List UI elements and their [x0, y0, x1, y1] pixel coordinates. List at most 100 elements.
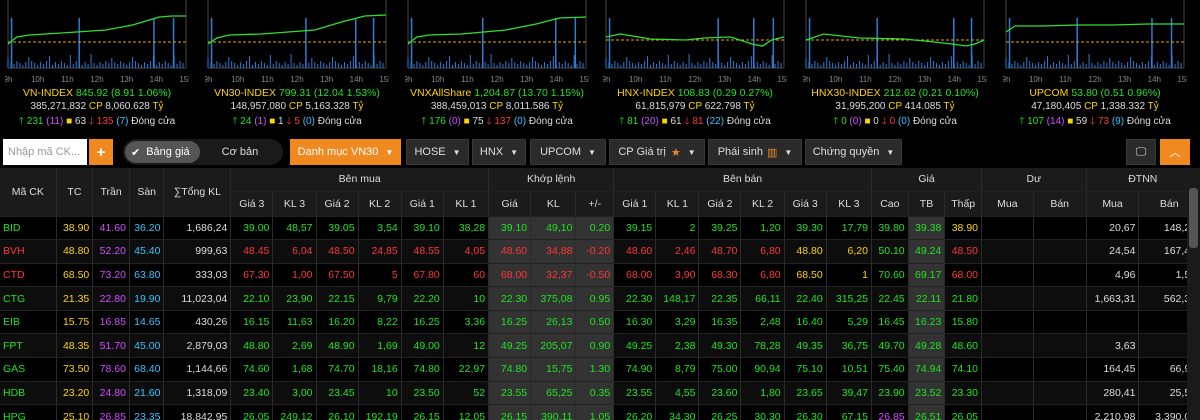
tab-vn30[interactable]: Danh mục VN30 ▼ [290, 139, 401, 165]
sub-header-cell[interactable]: Mua [981, 191, 1034, 217]
table-cell: 45.00 [129, 333, 165, 359]
tab-upcom[interactable]: UPCOM ▼ [530, 139, 606, 165]
table-cell: 38.90 [56, 216, 94, 241]
time-tick: 12h [888, 75, 901, 84]
table-row[interactable]: BVH 48.80 52.20 45.40 999,63 48.45 6,04 48.50 24… [0, 239, 1200, 264]
table-cell: 2 [655, 216, 700, 241]
header-floor[interactable]: Sàn [129, 168, 165, 217]
table-cell: 205,07 [530, 333, 577, 359]
table-cell: 6,80 [740, 239, 785, 264]
symbol-cell[interactable]: GAS [0, 357, 57, 382]
symbol-cell[interactable]: FPT [0, 333, 57, 359]
header-total-volume[interactable]: ∑Tổng KL [163, 168, 232, 217]
table-cell: 23.50 [401, 381, 444, 406]
sub-header-cell[interactable]: Giá 1 [613, 191, 657, 217]
price-board-toggle[interactable]: ✔ Bảng giá [125, 141, 200, 163]
index-card[interactable]: 9h 10h 11h 12h 13h 14h 15h HNX30-INDEX 212.62 … [803, 0, 987, 132]
table-row[interactable]: EIB 15.75 16.85 14.65 430,26 16.15 11,63 16.20 8… [0, 310, 1200, 335]
table-cell: 69.17 [908, 263, 946, 288]
sub-header-cell[interactable]: Cao [871, 191, 909, 217]
arrow-up-icon: 🡑 [232, 116, 238, 127]
table-row[interactable]: GAS 73.50 78.60 68.40 1,144,66 74.60 1,68 74.70… [0, 357, 1200, 382]
symbol-cell[interactable]: HPG [0, 404, 57, 420]
sub-header-cell[interactable]: TB [908, 191, 946, 217]
table-cell: 68.00 [944, 263, 982, 288]
basic-view-toggle[interactable]: Cơ bản [222, 146, 259, 158]
add-symbol-button[interactable]: + [89, 139, 113, 165]
table-cell [981, 333, 1034, 359]
ceiling-count: (14) [1046, 116, 1065, 127]
sub-header-cell[interactable]: Giá 1 [401, 191, 444, 217]
sub-header-cell[interactable]: Giá 3 [230, 191, 274, 217]
header-symbol[interactable]: Mã CK [0, 168, 57, 217]
table-cell: 67.30 [230, 263, 274, 288]
table-cell: 23.60 [698, 381, 742, 406]
view-toggle[interactable]: ✔ Bảng giá Cơ bản [123, 139, 283, 165]
header-price-group: Giá [871, 168, 983, 192]
table-cell [1033, 333, 1087, 359]
table-row[interactable]: BID 38.90 41.60 36.20 1,686,24 39.00 48,57 39.0… [0, 216, 1200, 241]
table-row[interactable]: CTG 21.35 22.80 19.90 11,023,04 22.10 23,90 22.… [0, 286, 1200, 311]
tab-hnx[interactable]: HNX ▼ [472, 139, 526, 165]
table-cell: 16.40 [784, 310, 827, 335]
table-cell: 6,04 [272, 239, 317, 264]
search-input-box[interactable]: Nhập mã CK... [3, 139, 87, 165]
search-input[interactable]: Nhập mã CK... [8, 146, 80, 158]
index-card[interactable]: 9h 10h 11h 12h 13h 14h 15h VN30-INDEX 799.31 (… [205, 0, 389, 132]
arrow-up-icon: 🡑 [833, 116, 839, 127]
sub-header-cell[interactable]: KL 2 [740, 191, 785, 217]
table-cell: 48.60 [944, 333, 982, 359]
collapse-button[interactable]: ︿ [1160, 139, 1190, 165]
time-tick: 12h [1088, 75, 1101, 84]
time-tick: 9h [5, 75, 12, 84]
sub-header-cell[interactable]: KL 1 [655, 191, 700, 217]
sub-header-cell[interactable]: KL 3 [826, 191, 872, 217]
cp-label: CP [88, 101, 103, 112]
sub-header-cell[interactable]: Giá 2 [698, 191, 742, 217]
tab-hose[interactable]: HOSE ▼ [406, 139, 469, 165]
header-ceil[interactable]: Trần [92, 168, 130, 217]
table-cell: 15.80 [944, 310, 982, 335]
index-change: (0.29 0.27%) [712, 87, 773, 99]
tab-derivatives[interactable]: Phái sinh ▥ ▼ [708, 139, 802, 165]
sub-header-cell[interactable]: Giá [488, 191, 532, 217]
monitor-icon-button[interactable]: 🖵 [1126, 139, 1156, 165]
symbol-cell[interactable]: BID [0, 216, 57, 241]
index-card[interactable]: 9h 10h 11h 12h 13h 14h 15h HNX-INDEX 108.83 (0… [603, 0, 787, 132]
symbol-cell[interactable]: BVH [0, 239, 57, 264]
sub-header-cell[interactable]: Mua [1086, 191, 1140, 217]
sub-header-cell[interactable]: Giá 3 [784, 191, 827, 217]
table-cell: 49.25 [488, 333, 532, 359]
table-row[interactable]: CTD 68.50 73.20 63.80 333,03 67.30 1,00 67.50 5 6… [0, 263, 1200, 288]
index-value-traded: 414.085 [904, 101, 941, 112]
tab-value-stocks[interactable]: CP Giá trị ★ ▼ [609, 139, 705, 165]
tab-warrants[interactable]: Chứng quyền ▼ [805, 139, 902, 165]
index-card[interactable]: 9h 10h 11h 12h 13h 14h 15h UPCOM 53.80 (0.51 0… [1003, 0, 1187, 132]
symbol-cell[interactable]: EIB [0, 310, 57, 335]
table-row[interactable]: FPT 48.35 51.70 45.00 2,879,03 48.80 2,69 48.90… [0, 333, 1200, 359]
sub-header-cell[interactable]: KL 1 [443, 191, 490, 217]
price-board-label: Bảng giá [146, 146, 190, 158]
sub-header-cell[interactable]: KL 2 [358, 191, 402, 217]
table-cell: 39.80 [871, 216, 909, 241]
index-card[interactable]: 9h 10h 11h 12h 13h 14h 15h VNXAllShare 1,204.8… [405, 0, 589, 132]
symbol-cell[interactable]: CTD [0, 263, 57, 288]
sub-header-cell[interactable]: +/- [575, 191, 615, 217]
time-tick: 11h [1059, 75, 1072, 84]
bar-chart-icon: ▥ [766, 146, 778, 159]
symbol-cell[interactable]: CTG [0, 286, 57, 311]
sub-header-cell[interactable]: KL [530, 191, 577, 217]
table-row[interactable]: HDB 23.20 24.80 21.60 1,318,09 23.40 3,00 23.45… [0, 381, 1200, 406]
symbol-cell[interactable]: HDB [0, 381, 57, 406]
sub-header-cell[interactable]: KL 3 [272, 191, 317, 217]
table-row[interactable]: HPG 25.10 26.85 23.35 18,842,95 26.05 249,12 26… [0, 404, 1200, 420]
scrollbar-thumb[interactable] [1189, 188, 1198, 248]
index-card[interactable]: 9h 10h 11h 12h 13h 14h 15h VN-INDEX 845.92 (8.… [5, 0, 189, 132]
table-cell: 1,144,66 [163, 357, 232, 382]
sub-header-cell[interactable]: Bán [1033, 191, 1087, 217]
sub-header-cell[interactable]: Giá 2 [316, 191, 359, 217]
unchanged: 59 [1076, 116, 1088, 127]
vertical-scrollbar[interactable] [1187, 168, 1200, 420]
header-ref[interactable]: TC [56, 168, 94, 217]
sub-header-cell[interactable]: Thấp [944, 191, 982, 217]
